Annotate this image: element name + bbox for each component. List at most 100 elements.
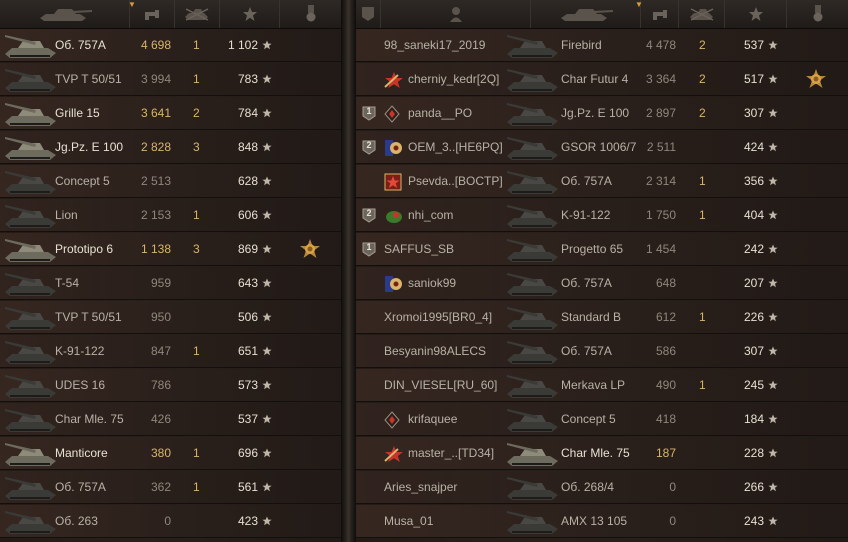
tank-name: Об. 757А <box>561 276 612 290</box>
medal-icon <box>300 239 320 258</box>
damage-value: 4 698 <box>140 38 171 52</box>
table-row[interactable]: 1 panda__PO Jg.Pz. E 100 2 897 2 307 <box>356 97 848 130</box>
damage-value: 426 <box>150 412 171 426</box>
table-row[interactable]: DIN_VIESEL[RU_60] Merkava LP 490 1 245 <box>356 369 848 402</box>
tank-icon <box>507 375 558 398</box>
medal-icon <box>806 69 826 88</box>
star-icon <box>768 74 778 84</box>
sort-by-tank-header-right[interactable]: ▼ <box>531 0 643 28</box>
table-row[interactable]: Grille 15 3 641 2 784 <box>0 97 341 130</box>
tank-name: Jg.Pz. E 100 <box>561 106 630 120</box>
table-row[interactable]: 2 OEM_3..[HE6PQ] GSOR 1006/7 2 511 424 <box>356 131 848 164</box>
table-row[interactable]: saniok99 Об. 757А 648 207 <box>356 267 848 300</box>
table-row[interactable]: 98_saneki17_2019 Firebird 4 478 2 537 <box>356 29 848 62</box>
damage-value: 490 <box>655 378 676 392</box>
table-row[interactable]: UDES 16 786 573 <box>0 369 341 402</box>
table-row[interactable]: TVP T 50/51 3 994 1 783 <box>0 63 341 96</box>
table-row[interactable]: Xromoi1995[BR0_4] Standard B 612 1 226 <box>356 301 848 334</box>
table-row[interactable]: T-54 959 643 <box>0 267 341 300</box>
player-icon <box>449 7 462 22</box>
table-row[interactable]: Prototipo 6 1 138 3 869 <box>0 233 341 266</box>
tank-name: T-54 <box>55 276 80 290</box>
tank-name: Concept 5 <box>561 412 616 426</box>
player-name: nhi_com <box>408 208 454 222</box>
tank-icon <box>39 9 92 21</box>
star-icon <box>262 516 272 526</box>
player-name: Xromoi1995[BR0_4] <box>384 310 493 324</box>
sort-by-kills-header-right[interactable] <box>679 0 725 28</box>
table-row[interactable]: 2 nhi_com K-91-122 1 750 1 404 <box>356 199 848 232</box>
table-row[interactable]: master_..[TD34] Char Mle. 75 187 228 <box>356 437 848 470</box>
damage-value: 0 <box>164 514 171 528</box>
sort-by-xp-header-right[interactable] <box>725 0 787 28</box>
table-row[interactable]: cherniy_kedr[2Q] Char Futur 4 3 364 2 517 <box>356 63 848 96</box>
table-row[interactable]: Lion 2 153 1 606 <box>0 199 341 232</box>
table-row[interactable]: Об. 757А 362 1 561 <box>0 471 341 504</box>
tank-name: Об. 757А <box>55 38 106 52</box>
star-icon <box>262 210 272 220</box>
star-icon <box>768 448 778 458</box>
tank-icon <box>5 273 56 296</box>
clan-emblem-icon <box>386 211 402 223</box>
xp-value: 537 <box>743 38 764 52</box>
table-row[interactable]: 1 SAFFUS_SB Progetto 65 1 454 242 <box>356 233 848 266</box>
tank-name: Manticore <box>55 446 108 460</box>
table-row[interactable]: Jg.Pz. E 100 2 828 3 848 <box>0 131 341 164</box>
sort-by-medals-header[interactable] <box>280 0 341 28</box>
kills-value: 2 <box>699 72 706 86</box>
star-icon <box>768 176 778 186</box>
player-name: saniok99 <box>408 276 457 290</box>
table-row[interactable]: Besyanin98ALECS Об. 757А 586 307 <box>356 335 848 368</box>
xp-value: 869 <box>237 242 258 256</box>
player-name: Besyanin98ALECS <box>384 344 487 358</box>
tank-icon <box>507 35 558 58</box>
tank-name: GSOR 1006/7 <box>561 140 637 154</box>
xp-value: 243 <box>743 514 764 528</box>
tank-icon <box>560 9 613 21</box>
damage-value: 586 <box>655 344 676 358</box>
star-icon <box>262 312 272 322</box>
table-row[interactable]: K-91-122 847 1 651 <box>0 335 341 368</box>
player-name: OEM_3..[HE6PQ] <box>408 140 503 154</box>
star-icon <box>768 482 778 492</box>
sort-by-player-header[interactable] <box>381 0 531 28</box>
xp-value: 307 <box>743 106 764 120</box>
tank-name: Progetto 65 <box>561 242 624 256</box>
damage-value: 3 364 <box>645 72 676 86</box>
tank-icon <box>5 375 56 398</box>
table-row[interactable]: TVP T 50/51 950 506 <box>0 301 341 334</box>
right-team-panel: ▼ 98_saneki17_2019 Firebird 4 478 2 537 chern… <box>356 0 848 542</box>
kills-value: 1 <box>193 446 200 460</box>
table-row[interactable]: Об. 263 0 423 <box>0 505 341 538</box>
clan-emblem-icon <box>385 276 402 292</box>
sort-by-medals-header-right[interactable] <box>787 0 848 28</box>
kills-value: 3 <box>193 140 200 154</box>
sort-by-kills-header[interactable] <box>175 0 220 28</box>
xp-value: 226 <box>743 310 764 324</box>
sort-by-tank-header[interactable]: ▼ <box>0 0 136 28</box>
sort-by-platoon-header[interactable] <box>356 0 381 28</box>
sort-by-xp-header[interactable] <box>220 0 280 28</box>
table-row[interactable]: krifaquee Concept 5 418 184 <box>356 403 848 436</box>
star-icon <box>768 244 778 254</box>
xp-value: 307 <box>743 344 764 358</box>
damage-value: 3 641 <box>140 106 171 120</box>
sort-by-damage-header[interactable] <box>130 0 175 28</box>
table-row[interactable]: Manticore 380 1 696 <box>0 437 341 470</box>
tank-icon <box>507 307 558 330</box>
table-row[interactable]: Char Mle. 75 426 537 <box>0 403 341 436</box>
table-row[interactable]: Musa_01 AMX 13 105 0 243 <box>356 505 848 538</box>
player-name: 98_saneki17_2019 <box>384 38 486 52</box>
kills-value: 2 <box>193 106 200 120</box>
star-icon <box>768 414 778 424</box>
table-row[interactable]: Concept 5 2 513 628 <box>0 165 341 198</box>
table-row[interactable]: Aries_snajper Об. 268/4 0 266 <box>356 471 848 504</box>
table-row[interactable]: Об. 757А 4 698 1 1 102 <box>0 29 341 62</box>
table-row[interactable]: Psevda..[BOCTP] Об. 757А 2 314 1 356 <box>356 165 848 198</box>
xp-value: 606 <box>237 208 258 222</box>
xp-value: 561 <box>237 480 258 494</box>
tank-name: Об. 757А <box>561 344 612 358</box>
tank-name: Grille 15 <box>55 106 100 120</box>
sort-by-damage-header-right[interactable] <box>641 0 679 28</box>
player-name: DIN_VIESEL[RU_60] <box>384 378 498 392</box>
